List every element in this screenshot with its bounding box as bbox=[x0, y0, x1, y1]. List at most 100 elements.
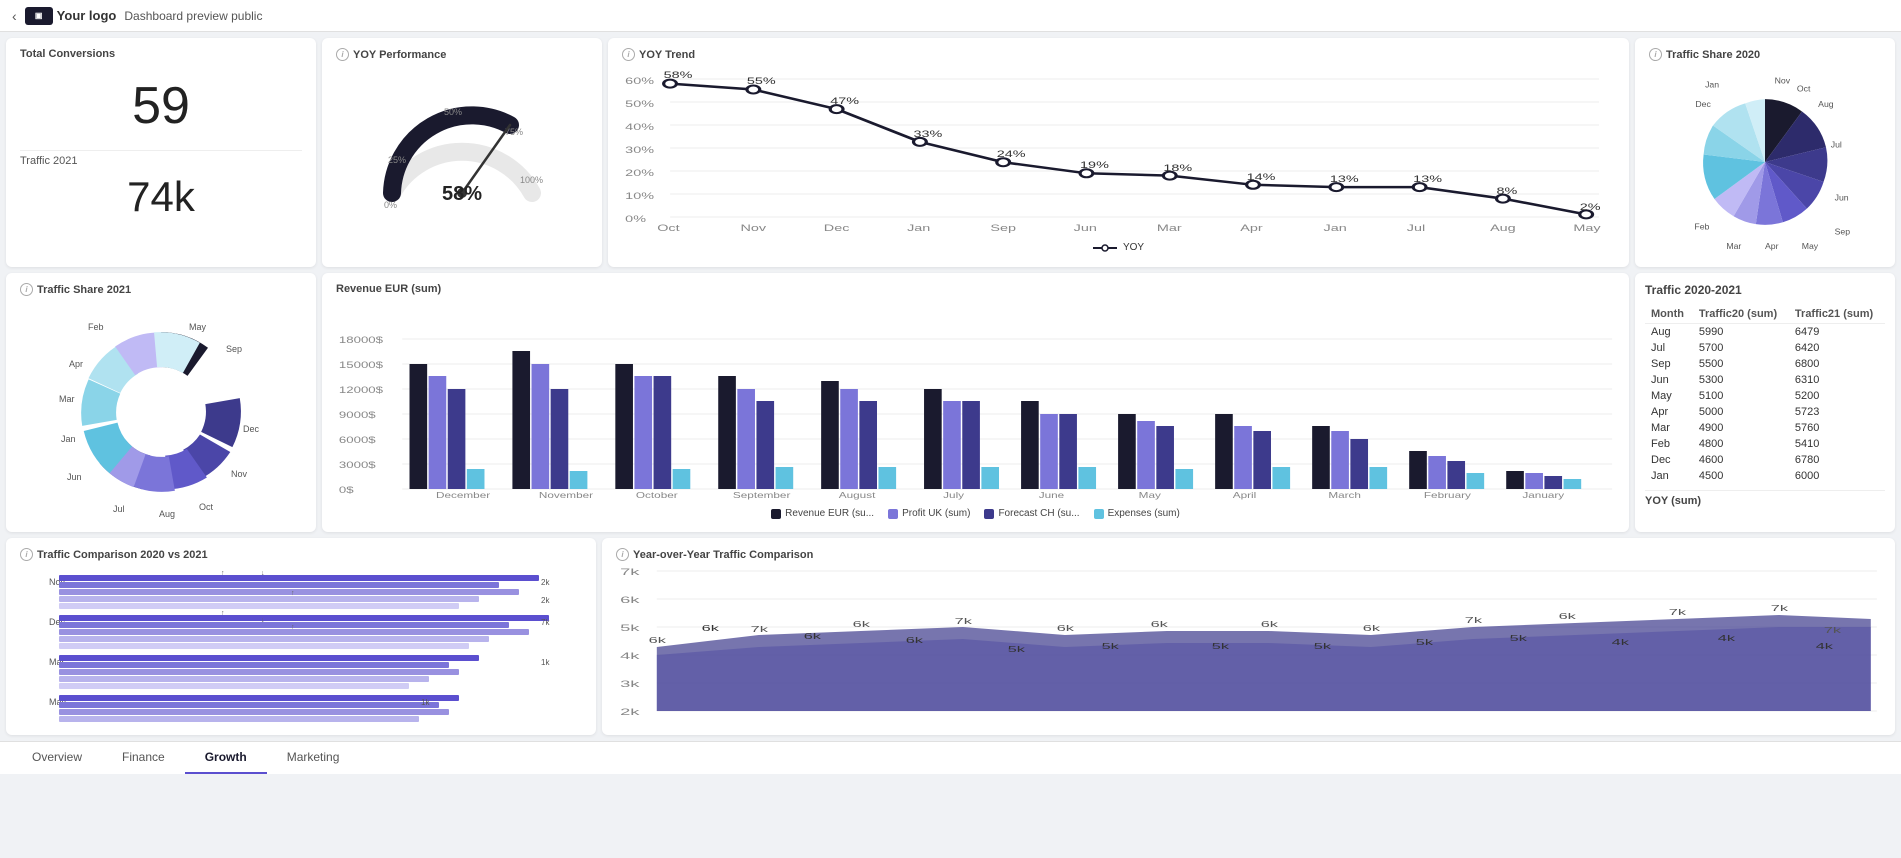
total-conversions-value: 59 bbox=[20, 66, 302, 146]
traffic-2020-2021-title: Traffic 2020-2021 bbox=[1645, 283, 1885, 297]
donut-2021-svg: May Sep Feb Apr Mar Jan Jun Jul Aug Oct … bbox=[41, 302, 281, 522]
svg-text:6k: 6k bbox=[1057, 624, 1075, 633]
svg-text:Jan: Jan bbox=[1324, 223, 1347, 233]
svg-text:Jun: Jun bbox=[1835, 193, 1849, 203]
svg-text:Mar: Mar bbox=[1726, 241, 1741, 251]
svg-text:7k: 7k bbox=[751, 625, 769, 634]
cell-month: Mar bbox=[1645, 420, 1693, 436]
svg-text:Mar: Mar bbox=[1157, 223, 1182, 233]
svg-text:Oct: Oct bbox=[199, 502, 214, 512]
svg-text:14%: 14% bbox=[1247, 172, 1276, 182]
svg-text:3000$: 3000$ bbox=[339, 461, 377, 471]
svg-text:Apr: Apr bbox=[1240, 223, 1262, 233]
svg-text:↑: ↑ bbox=[221, 610, 225, 617]
back-arrow[interactable]: ‹ bbox=[12, 8, 17, 24]
legend-dot-profit bbox=[888, 509, 898, 519]
svg-text:60%: 60% bbox=[625, 76, 654, 86]
yoy-legend-icon bbox=[1093, 243, 1117, 253]
yoy-performance-title: i YOY Performance bbox=[336, 48, 588, 61]
svg-text:6k: 6k bbox=[620, 596, 640, 606]
svg-text:10%: 10% bbox=[625, 191, 654, 201]
traffic-table: Month Traffic20 (sum) Traffic21 (sum) Au… bbox=[1645, 305, 1885, 484]
pie-2020-svg: Oct Aug Nov Jul Jan Jun Dec Sep Feb Mar … bbox=[1649, 67, 1881, 257]
svg-text:Dec: Dec bbox=[243, 424, 260, 434]
tab-growth[interactable]: Growth bbox=[185, 742, 267, 774]
info-icon-ts2020: i bbox=[1649, 48, 1662, 61]
svg-text:Aug: Aug bbox=[1490, 223, 1516, 233]
cell-t20: 5990 bbox=[1693, 324, 1789, 341]
svg-text:4k: 4k bbox=[1718, 634, 1736, 643]
svg-text:7k: 7k bbox=[620, 568, 640, 578]
svg-text:4k: 4k bbox=[1612, 638, 1630, 647]
row-1: Total Conversions 59 Traffic 2021 74k i … bbox=[6, 38, 1895, 267]
legend-expenses: Expenses (sum) bbox=[1094, 508, 1180, 519]
tab-marketing[interactable]: Marketing bbox=[267, 742, 360, 774]
yoy-trend-legend: YOY bbox=[622, 242, 1615, 253]
svg-text:Dec: Dec bbox=[824, 223, 850, 233]
cell-month: May bbox=[1645, 388, 1693, 404]
svg-text:↑: ↑ bbox=[291, 624, 295, 631]
cell-t21: 6800 bbox=[1789, 356, 1885, 372]
yoy-trend-svg: 0% 10% 20% 30% 40% 50% 60% bbox=[622, 67, 1615, 237]
table-row: Jul57006420 bbox=[1645, 340, 1885, 356]
svg-text:19%: 19% bbox=[1080, 160, 1109, 170]
cell-t21: 6420 bbox=[1789, 340, 1885, 356]
svg-text:7k: 7k bbox=[1465, 616, 1483, 625]
svg-text:13%: 13% bbox=[1413, 174, 1442, 184]
legend-forecast: Forecast CH (su... bbox=[984, 508, 1079, 519]
cell-month: Apr bbox=[1645, 404, 1693, 420]
svg-text:May: May bbox=[1139, 492, 1161, 501]
info-icon-yoy-trend: i bbox=[622, 48, 635, 61]
svg-text:7k: 7k bbox=[1771, 604, 1789, 613]
svg-text:12000$: 12000$ bbox=[339, 386, 384, 396]
logo-box: ▣ bbox=[25, 7, 53, 25]
svg-text:1k: 1k bbox=[421, 698, 430, 707]
cell-month: Jul bbox=[1645, 340, 1693, 356]
card-revenue-eur: Revenue EUR (sum) 0$ 3000$ 6000$ 9000$ 1… bbox=[322, 273, 1629, 532]
svg-text:2k: 2k bbox=[620, 708, 640, 718]
donut-2021-container: May Sep Feb Apr Mar Jan Jun Jul Aug Oct … bbox=[20, 302, 302, 522]
svg-text:Oct: Oct bbox=[1797, 83, 1811, 93]
traffic-comparison-title: i Traffic Comparison 2020 vs 2021 bbox=[20, 548, 582, 561]
svg-text:Jul: Jul bbox=[113, 504, 125, 514]
svg-text:Jan: Jan bbox=[907, 223, 930, 233]
svg-text:47%: 47% bbox=[830, 96, 859, 106]
cell-month: Feb bbox=[1645, 436, 1693, 452]
table-row: Mar49005760 bbox=[1645, 420, 1885, 436]
cell-month: Sep bbox=[1645, 356, 1693, 372]
svg-text:24%: 24% bbox=[997, 149, 1026, 159]
tab-overview[interactable]: Overview bbox=[12, 742, 102, 774]
revenue-legend: Revenue EUR (su... Profit UK (sum) Forec… bbox=[336, 508, 1615, 519]
table-row: Sep55006800 bbox=[1645, 356, 1885, 372]
svg-text:Jan: Jan bbox=[1705, 80, 1719, 90]
svg-text:September: September bbox=[733, 492, 791, 501]
svg-text:7k: 7k bbox=[1669, 608, 1687, 617]
legend-label-profit: Profit UK (sum) bbox=[902, 508, 970, 519]
svg-text:2k: 2k bbox=[541, 578, 550, 587]
legend-dot-forecast bbox=[984, 509, 994, 519]
svg-text:6k: 6k bbox=[1559, 612, 1577, 621]
cell-t21: 6000 bbox=[1789, 468, 1885, 484]
legend-dot-expenses bbox=[1094, 509, 1104, 519]
table-row: Jun53006310 bbox=[1645, 372, 1885, 388]
svg-text:6k: 6k bbox=[1363, 624, 1381, 633]
svg-text:January: January bbox=[1522, 492, 1564, 501]
svg-text:↓: ↓ bbox=[261, 617, 265, 624]
card-traffic-share-2020: i Traffic Share 2020 bbox=[1635, 38, 1895, 267]
svg-text:6000$: 6000$ bbox=[339, 436, 377, 446]
svg-text:4k: 4k bbox=[1816, 642, 1834, 651]
svg-text:5k: 5k bbox=[1212, 642, 1230, 651]
cell-t21: 5760 bbox=[1789, 420, 1885, 436]
cell-t20: 5500 bbox=[1693, 356, 1789, 372]
cell-t21: 5723 bbox=[1789, 404, 1885, 420]
svg-text:Jun: Jun bbox=[67, 472, 82, 482]
info-icon-yoytc: i bbox=[616, 548, 629, 561]
svg-text:Mar: Mar bbox=[59, 394, 75, 404]
cell-t20: 4900 bbox=[1693, 420, 1789, 436]
svg-text:Sep: Sep bbox=[990, 223, 1016, 233]
cell-t20: 4500 bbox=[1693, 468, 1789, 484]
card-traffic-share-2021: i Traffic Share 2021 bbox=[6, 273, 316, 532]
info-icon-ts2021: i bbox=[20, 283, 33, 296]
tab-finance[interactable]: Finance bbox=[102, 742, 185, 774]
svg-text:May: May bbox=[189, 322, 207, 332]
